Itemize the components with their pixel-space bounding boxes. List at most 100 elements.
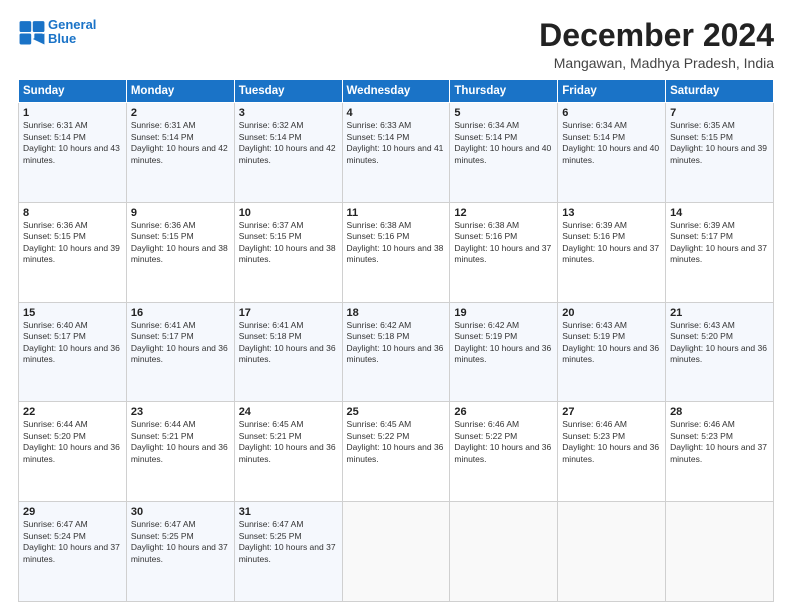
day-info: Sunrise: 6:31 AMSunset: 5:14 PMDaylight:…	[23, 120, 122, 166]
calendar-cell: 2 Sunrise: 6:31 AMSunset: 5:14 PMDayligh…	[126, 103, 234, 203]
day-info: Sunrise: 6:38 AMSunset: 5:16 PMDaylight:…	[454, 220, 553, 266]
day-header-monday: Monday	[126, 80, 234, 103]
header: General Blue December 2024 Mangawan, Mad…	[18, 18, 774, 71]
day-number: 25	[347, 406, 446, 418]
day-info: Sunrise: 6:32 AMSunset: 5:14 PMDaylight:…	[239, 120, 338, 166]
day-number: 2	[131, 107, 230, 119]
day-number: 28	[670, 406, 769, 418]
calendar-cell: 7 Sunrise: 6:35 AMSunset: 5:15 PMDayligh…	[666, 103, 774, 203]
day-number: 22	[23, 406, 122, 418]
calendar-cell: 21 Sunrise: 6:43 AMSunset: 5:20 PMDaylig…	[666, 302, 774, 402]
calendar-cell: 12 Sunrise: 6:38 AMSunset: 5:16 PMDaylig…	[450, 202, 558, 302]
calendar-header-row: SundayMondayTuesdayWednesdayThursdayFrid…	[19, 80, 774, 103]
day-number: 20	[562, 307, 661, 319]
day-info: Sunrise: 6:41 AMSunset: 5:17 PMDaylight:…	[131, 320, 230, 366]
day-header-thursday: Thursday	[450, 80, 558, 103]
calendar-week-2: 8 Sunrise: 6:36 AMSunset: 5:15 PMDayligh…	[19, 202, 774, 302]
calendar-cell: 19 Sunrise: 6:42 AMSunset: 5:19 PMDaylig…	[450, 302, 558, 402]
day-header-sunday: Sunday	[19, 80, 127, 103]
day-info: Sunrise: 6:46 AMSunset: 5:23 PMDaylight:…	[562, 419, 661, 465]
day-info: Sunrise: 6:36 AMSunset: 5:15 PMDaylight:…	[23, 220, 122, 266]
day-info: Sunrise: 6:42 AMSunset: 5:18 PMDaylight:…	[347, 320, 446, 366]
calendar-cell: 18 Sunrise: 6:42 AMSunset: 5:18 PMDaylig…	[342, 302, 450, 402]
day-info: Sunrise: 6:36 AMSunset: 5:15 PMDaylight:…	[131, 220, 230, 266]
calendar-cell: 15 Sunrise: 6:40 AMSunset: 5:17 PMDaylig…	[19, 302, 127, 402]
day-number: 13	[562, 207, 661, 219]
calendar-cell: 26 Sunrise: 6:46 AMSunset: 5:22 PMDaylig…	[450, 402, 558, 502]
day-number: 14	[670, 207, 769, 219]
logo-icon	[18, 18, 46, 46]
calendar-cell: 4 Sunrise: 6:33 AMSunset: 5:14 PMDayligh…	[342, 103, 450, 203]
day-info: Sunrise: 6:34 AMSunset: 5:14 PMDaylight:…	[562, 120, 661, 166]
day-info: Sunrise: 6:34 AMSunset: 5:14 PMDaylight:…	[454, 120, 553, 166]
day-number: 15	[23, 307, 122, 319]
calendar-cell: 16 Sunrise: 6:41 AMSunset: 5:17 PMDaylig…	[126, 302, 234, 402]
day-info: Sunrise: 6:39 AMSunset: 5:16 PMDaylight:…	[562, 220, 661, 266]
day-number: 1	[23, 107, 122, 119]
calendar-cell: 9 Sunrise: 6:36 AMSunset: 5:15 PMDayligh…	[126, 202, 234, 302]
day-number: 8	[23, 207, 122, 219]
day-header-saturday: Saturday	[666, 80, 774, 103]
calendar-cell: 31 Sunrise: 6:47 AMSunset: 5:25 PMDaylig…	[234, 502, 342, 602]
day-number: 23	[131, 406, 230, 418]
calendar-cell: 20 Sunrise: 6:43 AMSunset: 5:19 PMDaylig…	[558, 302, 666, 402]
day-number: 31	[239, 506, 338, 518]
day-number: 16	[131, 307, 230, 319]
calendar-cell: 28 Sunrise: 6:46 AMSunset: 5:23 PMDaylig…	[666, 402, 774, 502]
calendar-cell: 3 Sunrise: 6:32 AMSunset: 5:14 PMDayligh…	[234, 103, 342, 203]
calendar-cell: 5 Sunrise: 6:34 AMSunset: 5:14 PMDayligh…	[450, 103, 558, 203]
day-header-friday: Friday	[558, 80, 666, 103]
day-number: 10	[239, 207, 338, 219]
title-block: December 2024 Mangawan, Madhya Pradesh, …	[539, 18, 774, 71]
day-info: Sunrise: 6:46 AMSunset: 5:22 PMDaylight:…	[454, 419, 553, 465]
logo: General Blue	[18, 18, 96, 47]
day-number: 26	[454, 406, 553, 418]
main-title: December 2024	[539, 18, 774, 53]
day-info: Sunrise: 6:45 AMSunset: 5:21 PMDaylight:…	[239, 419, 338, 465]
logo-text: General Blue	[48, 18, 96, 47]
calendar-cell: 30 Sunrise: 6:47 AMSunset: 5:25 PMDaylig…	[126, 502, 234, 602]
page: General Blue December 2024 Mangawan, Mad…	[0, 0, 792, 612]
day-info: Sunrise: 6:39 AMSunset: 5:17 PMDaylight:…	[670, 220, 769, 266]
day-header-wednesday: Wednesday	[342, 80, 450, 103]
calendar-cell: 25 Sunrise: 6:45 AMSunset: 5:22 PMDaylig…	[342, 402, 450, 502]
subtitle: Mangawan, Madhya Pradesh, India	[539, 55, 774, 71]
calendar-cell: 1 Sunrise: 6:31 AMSunset: 5:14 PMDayligh…	[19, 103, 127, 203]
calendar-week-3: 15 Sunrise: 6:40 AMSunset: 5:17 PMDaylig…	[19, 302, 774, 402]
day-number: 18	[347, 307, 446, 319]
calendar-cell: 8 Sunrise: 6:36 AMSunset: 5:15 PMDayligh…	[19, 202, 127, 302]
day-number: 6	[562, 107, 661, 119]
day-number: 9	[131, 207, 230, 219]
day-number: 5	[454, 107, 553, 119]
calendar-week-4: 22 Sunrise: 6:44 AMSunset: 5:20 PMDaylig…	[19, 402, 774, 502]
calendar-cell: 11 Sunrise: 6:38 AMSunset: 5:16 PMDaylig…	[342, 202, 450, 302]
day-info: Sunrise: 6:35 AMSunset: 5:15 PMDaylight:…	[670, 120, 769, 166]
day-number: 17	[239, 307, 338, 319]
calendar-cell: 24 Sunrise: 6:45 AMSunset: 5:21 PMDaylig…	[234, 402, 342, 502]
day-info: Sunrise: 6:43 AMSunset: 5:19 PMDaylight:…	[562, 320, 661, 366]
day-info: Sunrise: 6:45 AMSunset: 5:22 PMDaylight:…	[347, 419, 446, 465]
calendar-cell: 6 Sunrise: 6:34 AMSunset: 5:14 PMDayligh…	[558, 103, 666, 203]
calendar-week-1: 1 Sunrise: 6:31 AMSunset: 5:14 PMDayligh…	[19, 103, 774, 203]
calendar-week-5: 29 Sunrise: 6:47 AMSunset: 5:24 PMDaylig…	[19, 502, 774, 602]
day-number: 29	[23, 506, 122, 518]
calendar-cell: 29 Sunrise: 6:47 AMSunset: 5:24 PMDaylig…	[19, 502, 127, 602]
day-info: Sunrise: 6:31 AMSunset: 5:14 PMDaylight:…	[131, 120, 230, 166]
calendar-cell: 14 Sunrise: 6:39 AMSunset: 5:17 PMDaylig…	[666, 202, 774, 302]
calendar-cell: 27 Sunrise: 6:46 AMSunset: 5:23 PMDaylig…	[558, 402, 666, 502]
day-number: 7	[670, 107, 769, 119]
day-number: 11	[347, 207, 446, 219]
day-info: Sunrise: 6:43 AMSunset: 5:20 PMDaylight:…	[670, 320, 769, 366]
day-number: 4	[347, 107, 446, 119]
day-number: 21	[670, 307, 769, 319]
calendar-cell: 22 Sunrise: 6:44 AMSunset: 5:20 PMDaylig…	[19, 402, 127, 502]
day-header-tuesday: Tuesday	[234, 80, 342, 103]
day-number: 24	[239, 406, 338, 418]
calendar-cell	[342, 502, 450, 602]
day-info: Sunrise: 6:38 AMSunset: 5:16 PMDaylight:…	[347, 220, 446, 266]
calendar-cell	[558, 502, 666, 602]
day-info: Sunrise: 6:47 AMSunset: 5:25 PMDaylight:…	[131, 519, 230, 565]
day-info: Sunrise: 6:44 AMSunset: 5:21 PMDaylight:…	[131, 419, 230, 465]
day-info: Sunrise: 6:46 AMSunset: 5:23 PMDaylight:…	[670, 419, 769, 465]
day-number: 27	[562, 406, 661, 418]
